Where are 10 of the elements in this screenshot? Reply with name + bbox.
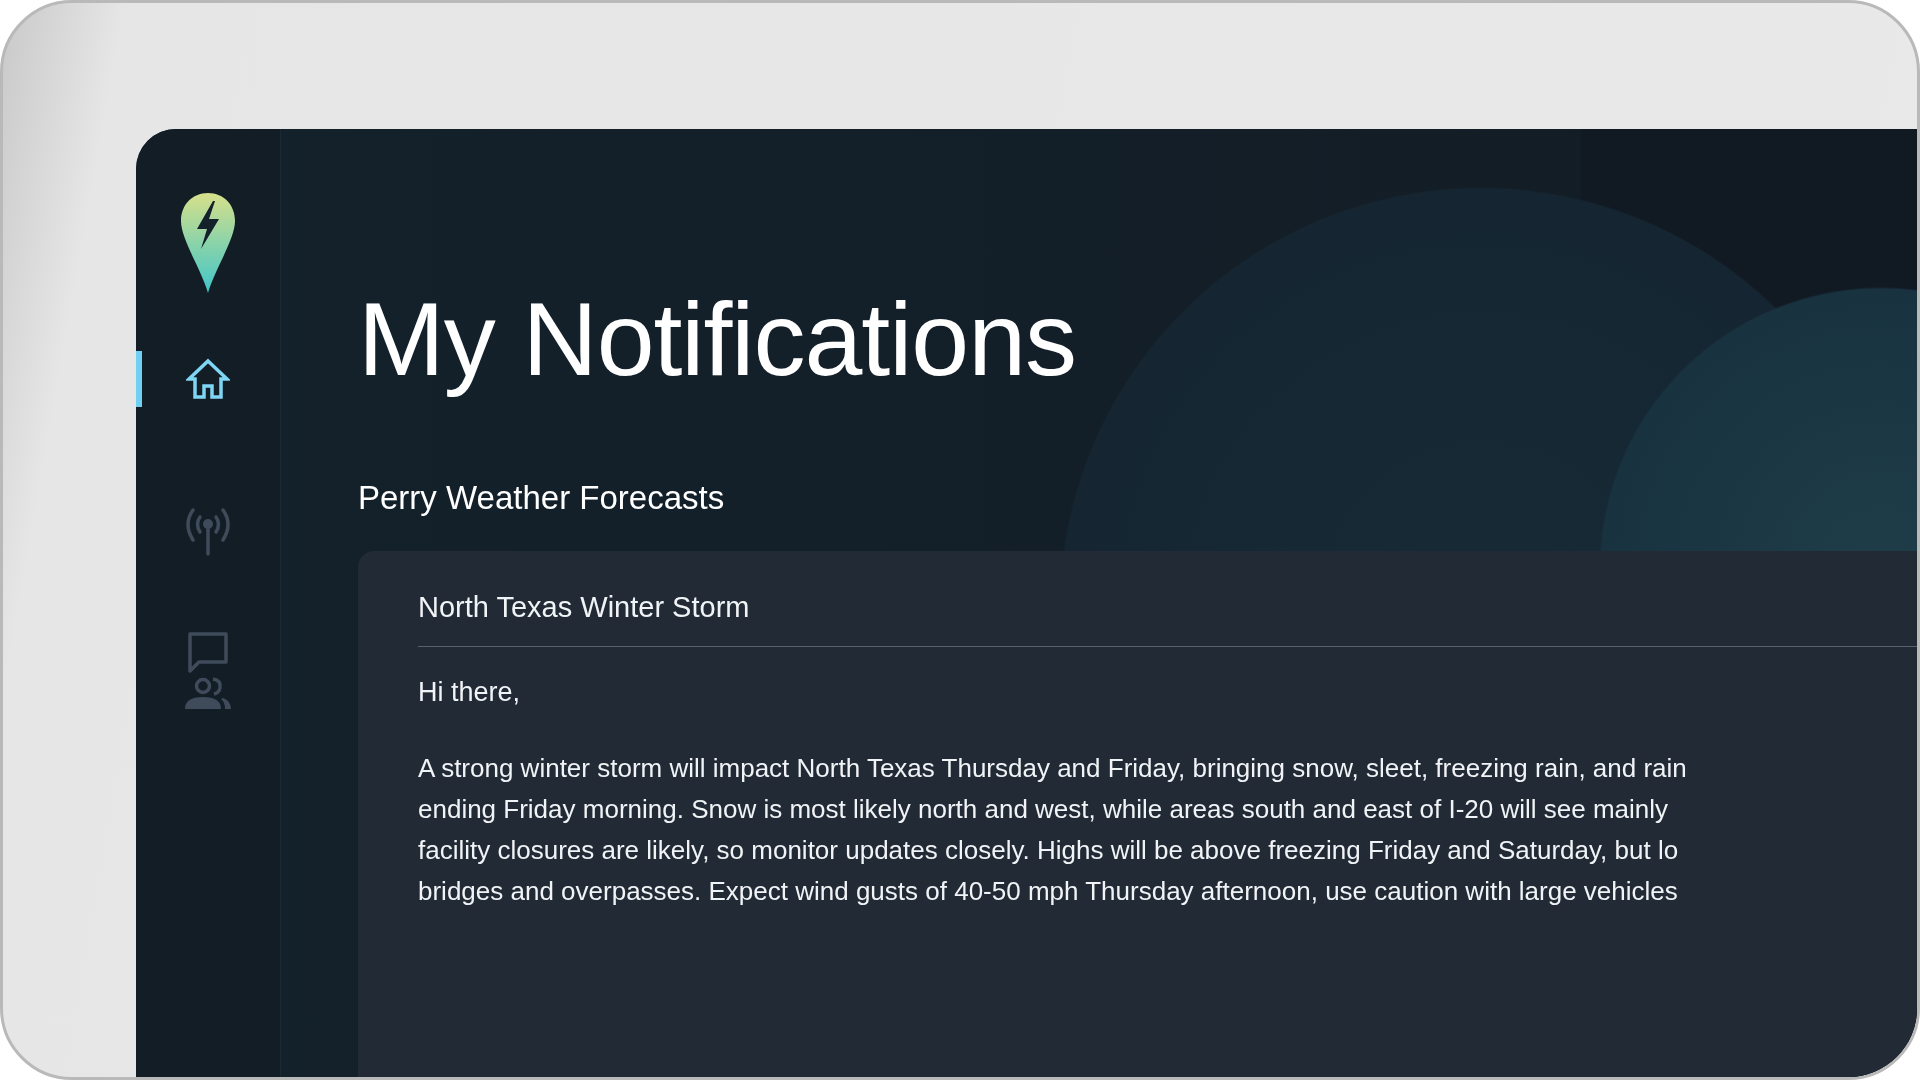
notification-title: North Texas Winter Storm [418, 591, 750, 623]
antenna-icon [184, 506, 232, 556]
chat-icon [187, 631, 229, 673]
greeting-text: Hi there, [418, 677, 522, 708]
message-body: A strong winter storm will impact North Texas Thursday and Friday, bringing snow, sleet, freezing rain, and rain ending Friday morning. Snow is most likely north and west, while areas south and east of I-20 will see mainly facility closures are likely, so monitor updates closely. Highs will be above freezing Friday and Saturday, but lo bridges and overpasses. Expect wind gusts of 40-50 mph Thursday afternoon, use caution with large vehicles [418, 752, 1688, 908]
section-heading: Perry Weather Forecasts [358, 479, 725, 516]
page-title: My Notifications [358, 281, 1076, 397]
home-icon [186, 358, 230, 400]
logo-icon [179, 191, 237, 295]
people-icon [183, 677, 233, 711]
